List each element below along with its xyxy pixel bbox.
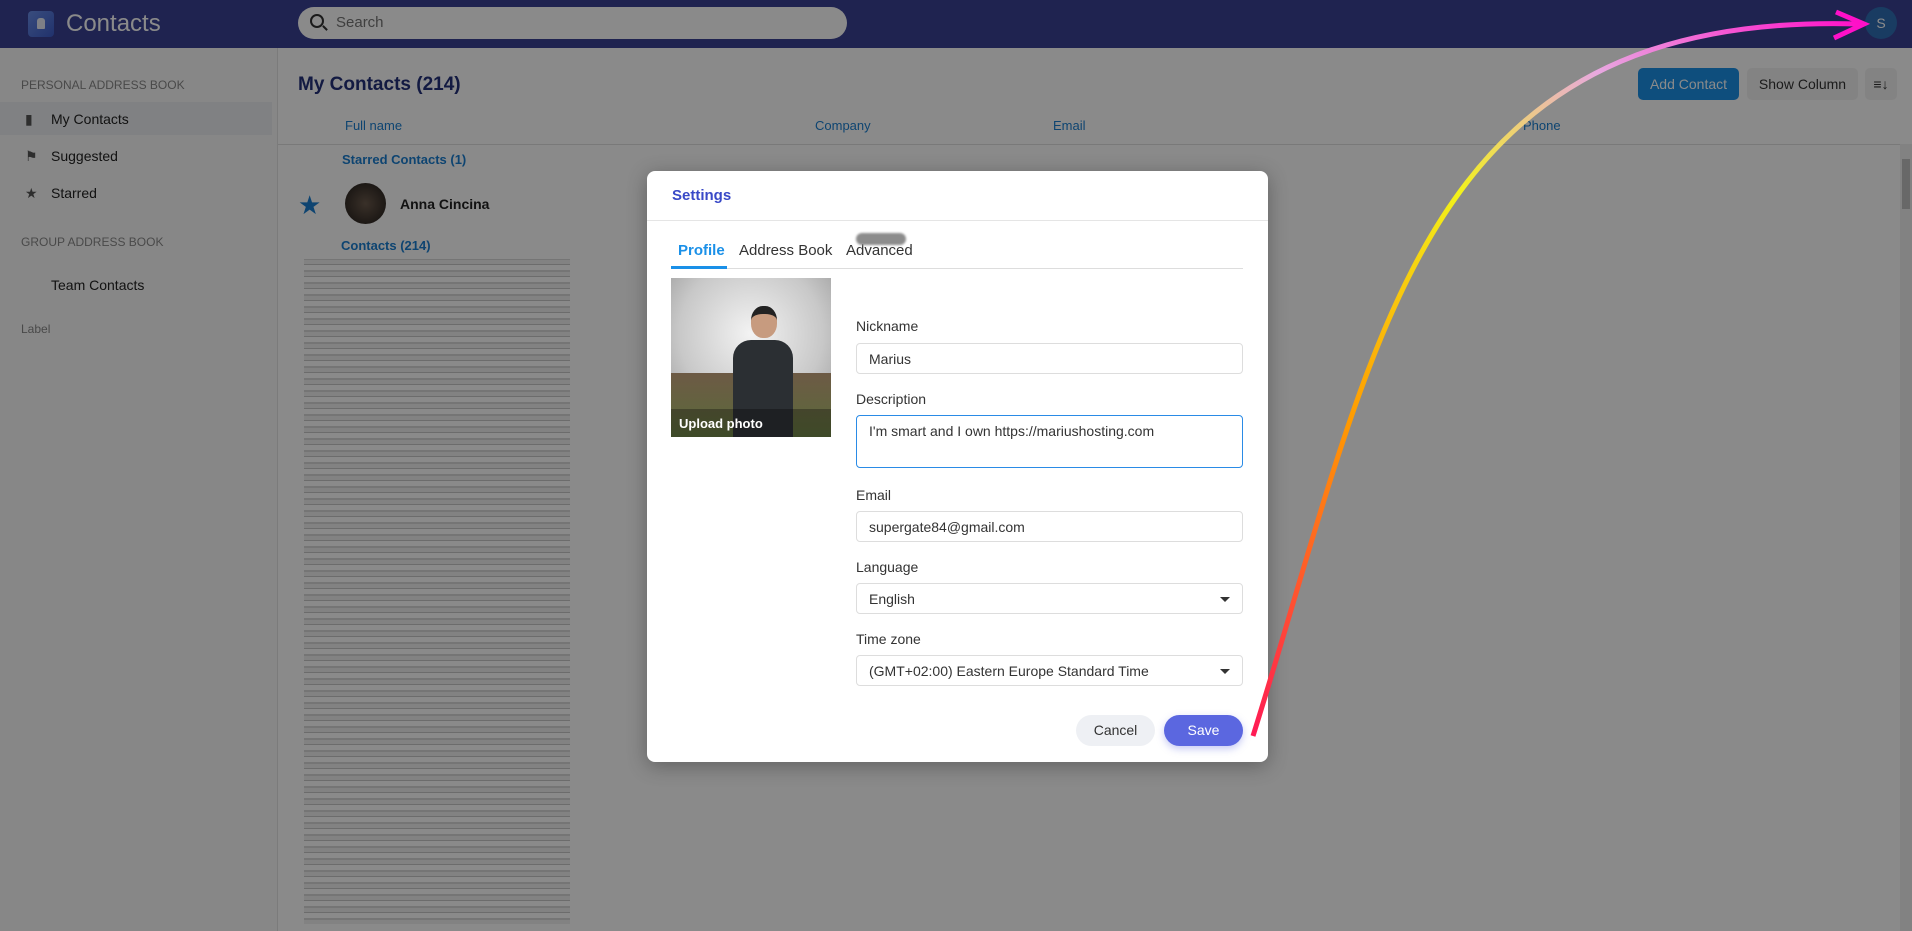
save-button[interactable]: Save: [1164, 715, 1243, 746]
timezone-label: Time zone: [856, 631, 921, 647]
language-label: Language: [856, 559, 919, 575]
dialog-title: Settings: [672, 187, 732, 204]
profile-photo[interactable]: Upload photo: [671, 278, 831, 437]
active-tab-indicator: [671, 266, 727, 269]
nickname-input[interactable]: Marius: [856, 343, 1243, 374]
description-textarea[interactable]: I'm smart and I own https://mariushostin…: [856, 415, 1243, 468]
divider: [647, 220, 1268, 221]
settings-dialog: Settings Profile Address Book Advanced U…: [647, 171, 1268, 762]
nickname-label: Nickname: [856, 318, 919, 334]
blurred-username: [856, 233, 906, 245]
description-label: Description: [856, 391, 927, 407]
upload-photo-button[interactable]: Upload photo: [671, 409, 831, 437]
timezone-value: (GMT+02:00) Eastern Europe Standard Time: [869, 663, 1149, 679]
email-label: Email: [856, 487, 892, 503]
language-value: English: [869, 591, 915, 607]
chevron-down-icon: [1220, 597, 1230, 602]
timezone-select[interactable]: (GMT+02:00) Eastern Europe Standard Time: [856, 655, 1243, 686]
tab-address-book[interactable]: Address Book: [739, 242, 832, 259]
chevron-down-icon: [1220, 669, 1230, 674]
tab-divider: [671, 268, 1243, 269]
language-select[interactable]: English: [856, 583, 1243, 614]
tab-profile[interactable]: Profile: [678, 242, 725, 259]
cancel-button[interactable]: Cancel: [1076, 715, 1155, 746]
email-input[interactable]: supergate84@gmail.com: [856, 511, 1243, 542]
